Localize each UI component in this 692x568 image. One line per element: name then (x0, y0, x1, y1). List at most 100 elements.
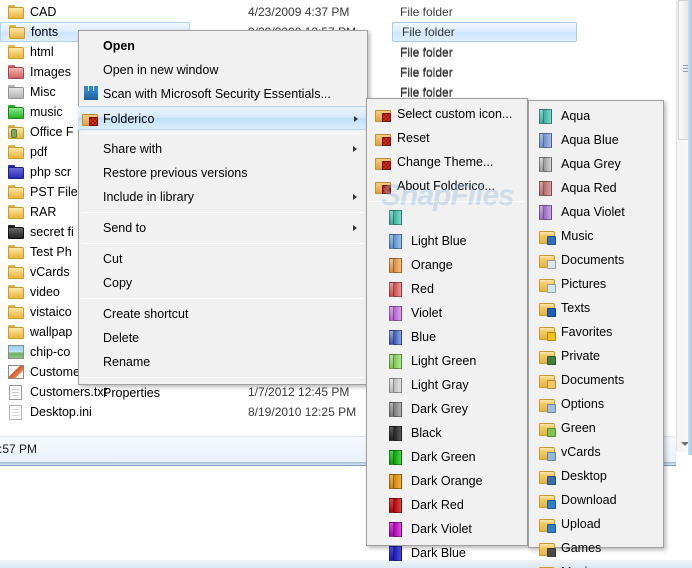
folderico-color-blue[interactable]: Blue (367, 325, 527, 349)
folderico-item-texts[interactable]: Texts (529, 296, 663, 320)
folderico-item-download[interactable]: Download (529, 488, 663, 512)
file-type-icon (8, 44, 24, 60)
folder-color-swatch-icon (389, 210, 405, 225)
folderico-icon (375, 155, 391, 170)
folder-red-icon (8, 65, 24, 79)
folderico-item-label: Aqua Blue (561, 133, 619, 147)
folderico-item-favorites[interactable]: Favorites (529, 320, 663, 344)
folderico-submenu-2[interactable]: Aqua Aqua Blue Aqua Grey Aqua Red Aqua Viole… (528, 100, 664, 568)
folderico-item-label: Aqua Grey (561, 157, 621, 171)
folderico-command-about-folderico[interactable]: About Folderico... (367, 174, 527, 198)
menu-separator (81, 212, 365, 213)
menu-item-send-to[interactable]: Send to (79, 216, 367, 240)
folderico-color-label: Light Gray (411, 378, 469, 392)
folderico-item-documents-2[interactable]: Documents (529, 368, 663, 392)
folderico-command-reset[interactable]: Reset (367, 126, 527, 150)
folderico-color-light-gray[interactable]: Light Gray (367, 373, 527, 397)
menu-item-cut[interactable]: Cut (79, 247, 367, 271)
folderico-item-desktop[interactable]: Desktop (529, 464, 663, 488)
folderico-item-label: Aqua Violet (561, 205, 625, 219)
menu-item-delete[interactable]: Delete (79, 326, 367, 350)
menu-item-copy[interactable]: Copy (79, 271, 367, 295)
file-name-cell[interactable]: Desktop.ini (0, 402, 190, 422)
folderico-item-upload[interactable]: Upload (529, 512, 663, 536)
folderico-item-documents-1[interactable]: Documents (529, 248, 663, 272)
context-menu[interactable]: Open Open in new window Scan with Microsof… (78, 30, 368, 400)
menu-item-create-shortcut[interactable]: Create shortcut (79, 302, 367, 326)
special-folder-icon (539, 277, 556, 293)
folder-yellow-icon (8, 205, 24, 219)
folderico-color-black[interactable]: Black (367, 421, 527, 445)
file-type-cell: File folder (400, 66, 453, 80)
menu-item-open-in-new-window[interactable]: Open in new window (79, 58, 367, 82)
table-row[interactable]: CAD 4/23/2009 4:37 PM File folder (0, 2, 676, 22)
menu-item-include-in-library[interactable]: Include in library (79, 185, 367, 209)
menu-item-properties[interactable]: Properties (79, 381, 367, 405)
menu-item-label: Include in library (103, 190, 195, 204)
file-type-icon (8, 284, 24, 300)
file-date-cell: 4/23/2009 4:37 PM (248, 5, 350, 19)
folderico-item-games[interactable]: Games (529, 536, 663, 560)
folder-yellow-icon (9, 25, 25, 39)
folderico-color-red[interactable]: Red (367, 277, 527, 301)
folderico-item-aqua-violet[interactable]: Aqua Violet (529, 200, 663, 224)
special-folder-icon (539, 517, 556, 533)
folderico-color-dark-green[interactable]: Dark Green (367, 445, 527, 469)
folder-yellow-icon (8, 265, 24, 279)
menu-item-rename[interactable]: Rename (79, 350, 367, 374)
folderico-command-select-custom-icon[interactable]: Select custom icon... (367, 102, 527, 126)
folderico-color-dark-red[interactable]: Dark Red (367, 493, 527, 517)
file-name-label: html (30, 45, 54, 59)
folderico-item-green[interactable]: Green (529, 416, 663, 440)
folderico-item-vcards[interactable]: vCards (529, 440, 663, 464)
folder-color-swatch-icon (389, 258, 405, 273)
menu-item-label: Cut (103, 252, 123, 266)
folderico-item-aqua[interactable]: Aqua (529, 104, 663, 128)
folderico-color-dark-blue[interactable]: Dark Blue (367, 541, 527, 565)
folderico-color-aqua-teal[interactable] (367, 205, 527, 229)
folderico-item-options[interactable]: Options (529, 392, 663, 416)
special-folder-icon (539, 325, 556, 341)
menu-item-restore-previous-versions[interactable]: Restore previous versions (79, 161, 367, 185)
file-type-icon (8, 104, 24, 120)
folderico-color-dark-grey[interactable]: Dark Grey (367, 397, 527, 421)
menu-item-open[interactable]: Open (79, 34, 367, 58)
file-type-icon (8, 304, 24, 320)
special-folder-icon (539, 493, 556, 509)
folder-yellow-icon (8, 5, 24, 19)
folder-color-swatch-icon (389, 450, 405, 465)
file-name-cell[interactable]: CAD (0, 2, 190, 22)
file-type-icon (8, 224, 24, 240)
folderico-submenu[interactable]: Select custom icon... Reset Change Theme..… (366, 98, 528, 561)
folderico-color-label: Violet (411, 306, 443, 320)
folderico-color-label: Dark Green (411, 450, 476, 464)
file-name-label: RAR (30, 205, 57, 219)
file-name-label: secret fi (30, 225, 74, 239)
file-name-label: Office F (30, 125, 74, 139)
type-cell-text: File folder (402, 25, 455, 39)
file-name-label: php scr (30, 165, 71, 179)
folderico-item-music[interactable]: Music (529, 224, 663, 248)
folderico-color-dark-violet[interactable]: Dark Violet (367, 517, 527, 541)
file-type-icon (8, 324, 24, 340)
file-type-icon (8, 84, 24, 100)
folderico-item-aqua-grey[interactable]: Aqua Grey (529, 152, 663, 176)
menu-item-scan-with-microsoft-security-essentials[interactable]: Scan with Microsoft Security Essentials.… (79, 82, 367, 106)
folderico-command-change-theme[interactable]: Change Theme... (367, 150, 527, 174)
folderico-color-light-green[interactable]: Light Green (367, 349, 527, 373)
folderico-item-movies[interactable]: Movies (529, 560, 663, 568)
folderico-item-private[interactable]: Private (529, 344, 663, 368)
folderico-item-label: Options (561, 397, 605, 411)
menu-item-share-with[interactable]: Share with (79, 137, 367, 161)
folder-color-swatch-icon (539, 205, 555, 220)
file-type-icon (8, 244, 24, 260)
folderico-item-pictures-1[interactable]: Pictures (529, 272, 663, 296)
folderico-color-dark-orange[interactable]: Dark Orange (367, 469, 527, 493)
folderico-color-light-blue[interactable]: Light Blue (367, 229, 527, 253)
menu-item-folderico[interactable]: Folderico (78, 106, 368, 130)
folderico-color-violet[interactable]: Violet (367, 301, 527, 325)
folderico-item-aqua-red[interactable]: Aqua Red (529, 176, 663, 200)
folderico-item-aqua-blue[interactable]: Aqua Blue (529, 128, 663, 152)
folder-black-icon (8, 225, 24, 239)
folderico-color-orange[interactable]: Orange (367, 253, 527, 277)
